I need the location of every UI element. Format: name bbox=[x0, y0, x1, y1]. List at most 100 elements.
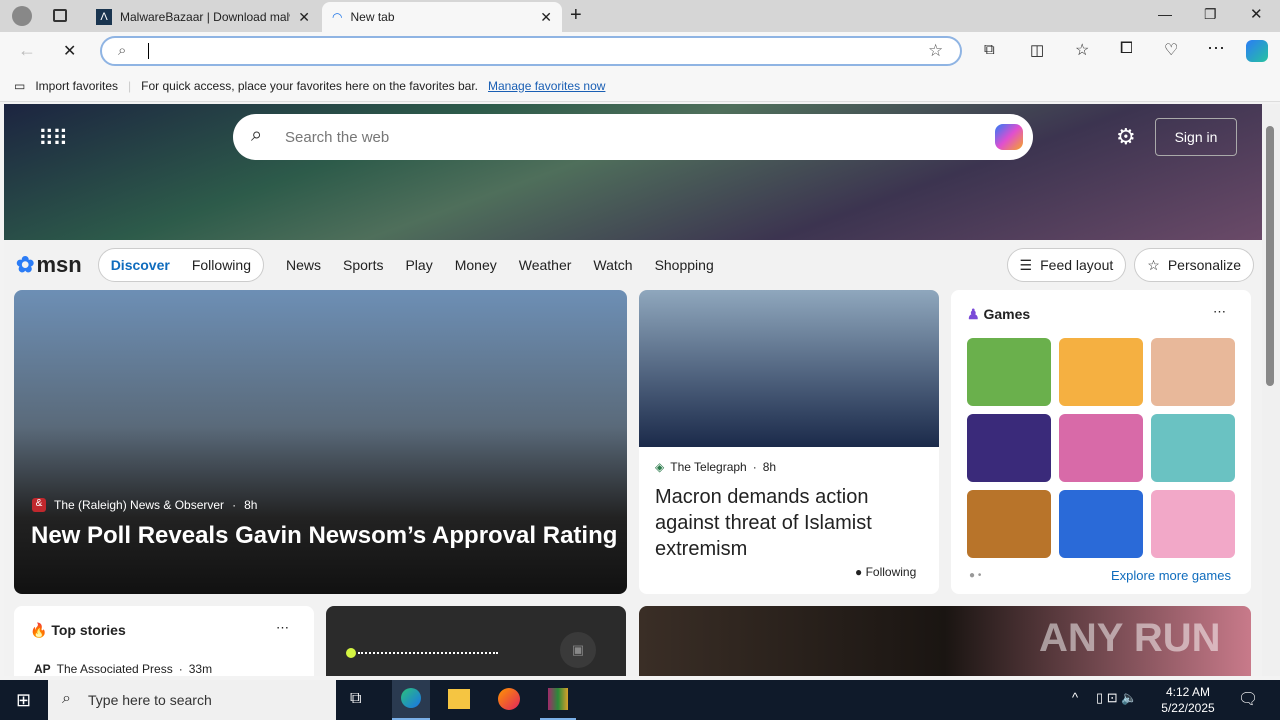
web-search-box[interactable]: ⌕ Search the web bbox=[233, 114, 1033, 160]
malwarebazaar-icon: Λ bbox=[96, 9, 112, 25]
tab-discover[interactable]: Discover bbox=[111, 257, 170, 273]
windows-start-icon[interactable]: ⊞ bbox=[16, 690, 31, 711]
taskbar: ⊞ ⌕ Type here to search ⧉ ^ ▯ ⊡ 🔈 4:12 A… bbox=[0, 680, 1280, 720]
explore-games-link[interactable]: Explore more games bbox=[1111, 568, 1231, 583]
timeline-line bbox=[358, 652, 498, 654]
nav-shopping[interactable]: Shopping bbox=[655, 257, 714, 273]
video-card[interactable]: ▣ bbox=[326, 606, 626, 676]
msn-nav: ✿ msn Discover Following News Sports Play… bbox=[4, 240, 1262, 290]
game-tile[interactable] bbox=[967, 414, 1051, 482]
sign-in-button[interactable]: Sign in bbox=[1155, 118, 1237, 156]
back-button[interactable]: ← bbox=[18, 40, 36, 61]
story-source: The Telegraph bbox=[670, 460, 747, 474]
msn-page: ⠿⠿ ⌕ Search the web ⚙ Sign in ✿ msn Disco… bbox=[4, 104, 1262, 676]
time: 4:12 AM bbox=[1165, 685, 1211, 699]
add-favorite-icon[interactable]: ☆ bbox=[928, 41, 943, 61]
story-age: 8h bbox=[762, 460, 777, 474]
story-age: 33m bbox=[188, 662, 213, 676]
edge-taskbar-icon[interactable] bbox=[392, 680, 430, 720]
notifications-icon[interactable]: 🗨 bbox=[1238, 689, 1258, 709]
search-icon: ⌕ bbox=[62, 690, 71, 707]
story-age: 8h bbox=[244, 498, 258, 512]
nav-watch[interactable]: Watch bbox=[593, 257, 632, 273]
star-icon: ☆ bbox=[1147, 256, 1160, 273]
msn-logo[interactable]: ✿ msn bbox=[16, 252, 82, 278]
games-icon: ♟ bbox=[967, 306, 984, 322]
game-tile[interactable] bbox=[1059, 414, 1143, 482]
personalize-label: Personalize bbox=[1167, 257, 1241, 273]
show-hidden-icons[interactable]: ^ bbox=[1072, 690, 1078, 705]
close-tab-icon[interactable]: ✕ bbox=[298, 9, 310, 26]
copilot-icon[interactable] bbox=[995, 124, 1023, 150]
story-image-card[interactable]: ANY RUN bbox=[639, 606, 1251, 676]
game-tile[interactable] bbox=[1151, 338, 1235, 406]
game-tile[interactable] bbox=[967, 490, 1051, 558]
address-input[interactable] bbox=[148, 43, 149, 59]
stop-loading-button[interactable]: ✕ bbox=[63, 41, 76, 61]
nav-weather[interactable]: Weather bbox=[519, 257, 572, 273]
collections-icon[interactable]: ⧠ bbox=[1120, 40, 1133, 58]
tab-malwarebazaar[interactable]: Λ MalwareBazaar | Download malw ✕ bbox=[86, 2, 320, 32]
story-headline[interactable]: Macron demands action against threat of … bbox=[655, 484, 925, 562]
import-favorites-button[interactable]: Import favorites bbox=[35, 79, 118, 93]
task-view-icon[interactable]: ⧉ bbox=[350, 690, 361, 708]
gallery-icon[interactable]: ▣ bbox=[560, 632, 596, 668]
favorites-hint: For quick access, place your favorites h… bbox=[141, 78, 479, 93]
file-explorer-icon[interactable] bbox=[448, 689, 470, 709]
browser-essentials-icon[interactable]: ♡ bbox=[1164, 40, 1178, 60]
taskbar-search-placeholder: Type here to search bbox=[88, 692, 212, 708]
close-tab-icon[interactable]: ✕ bbox=[540, 9, 552, 26]
nav-play[interactable]: Play bbox=[405, 257, 432, 273]
restore-button[interactable]: ❐ bbox=[1204, 6, 1217, 23]
feed-layout-button[interactable]: ☰ Feed layout bbox=[1006, 248, 1127, 282]
more-options-icon[interactable]: ⋯ bbox=[1213, 304, 1226, 320]
timeline-dot bbox=[346, 648, 356, 658]
firefox-icon[interactable] bbox=[498, 688, 520, 710]
nav-sports[interactable]: Sports bbox=[343, 257, 383, 273]
tab-new-tab[interactable]: ◠ New tab ✕ bbox=[322, 2, 562, 32]
more-options-icon[interactable]: ⋯ bbox=[276, 620, 289, 636]
game-tile[interactable] bbox=[1059, 338, 1143, 406]
top-stories-card: 🔥 Top stories ⋯ AP The Associated Press · 3… bbox=[14, 606, 314, 676]
extensions-icon[interactable]: ⧉ bbox=[984, 41, 995, 58]
network-icon[interactable]: ▯ ⊡ 🔈 bbox=[1096, 690, 1137, 706]
scrollbar[interactable] bbox=[1262, 104, 1280, 676]
telegraph-logo-icon: ◈ bbox=[655, 460, 665, 474]
taskbar-search[interactable]: ⌕ Type here to search bbox=[48, 680, 336, 720]
nav-news[interactable]: News bbox=[286, 257, 321, 273]
game-tile[interactable] bbox=[1151, 414, 1235, 482]
minimize-button[interactable]: — bbox=[1158, 6, 1172, 22]
date: 5/22/2025 bbox=[1161, 701, 1215, 715]
story-image bbox=[639, 290, 939, 447]
scrollbar-thumb[interactable] bbox=[1266, 126, 1274, 386]
tab-following[interactable]: Following bbox=[192, 257, 251, 273]
story-card[interactable]: ◈ The Telegraph · 8h Macron demands actio… bbox=[639, 290, 939, 594]
profile-icon[interactable] bbox=[12, 6, 32, 26]
settings-gear-icon[interactable]: ⚙ bbox=[1116, 124, 1136, 150]
search-icon: ⌕ bbox=[251, 124, 263, 146]
manage-favorites-link[interactable]: Manage favorites now bbox=[488, 79, 605, 93]
hero-story-card[interactable]: & The (Raleigh) News & Observer · 8h New … bbox=[14, 290, 627, 594]
game-tile[interactable] bbox=[1151, 490, 1235, 558]
favorites-icon[interactable]: ☆ bbox=[1075, 40, 1089, 60]
tab-actions-icon[interactable] bbox=[53, 9, 67, 22]
split-screen-icon[interactable]: ◫ bbox=[1030, 41, 1044, 59]
story-headline[interactable]: New Poll Reveals Gavin Newsom’s Approval… bbox=[31, 522, 617, 550]
search-placeholder: Search the web bbox=[285, 128, 390, 146]
games-card: ♟ Games ⋯ ● • Explore more games bbox=[951, 290, 1251, 594]
game-tile[interactable] bbox=[1059, 490, 1143, 558]
winrar-icon[interactable] bbox=[540, 680, 576, 720]
game-tile[interactable] bbox=[967, 338, 1051, 406]
clock[interactable]: 4:12 AM 5/22/2025 bbox=[1160, 684, 1216, 716]
apps-launcher-icon[interactable]: ⠿⠿ bbox=[38, 126, 68, 152]
address-bar[interactable]: ⌕ ☆ bbox=[100, 36, 962, 66]
nav-money[interactable]: Money bbox=[455, 257, 497, 273]
copilot-icon[interactable] bbox=[1246, 40, 1268, 62]
new-tab-button[interactable]: + bbox=[570, 4, 582, 27]
following-badge[interactable]: ● Following bbox=[855, 565, 916, 579]
more-menu-icon[interactable]: ⋯ bbox=[1207, 38, 1225, 59]
personalize-button[interactable]: ☆ Personalize bbox=[1134, 248, 1254, 282]
search-icon: ⌕ bbox=[118, 42, 127, 59]
carousel-dots[interactable]: ● • bbox=[969, 570, 981, 581]
close-window-button[interactable]: ✕ bbox=[1250, 5, 1263, 23]
